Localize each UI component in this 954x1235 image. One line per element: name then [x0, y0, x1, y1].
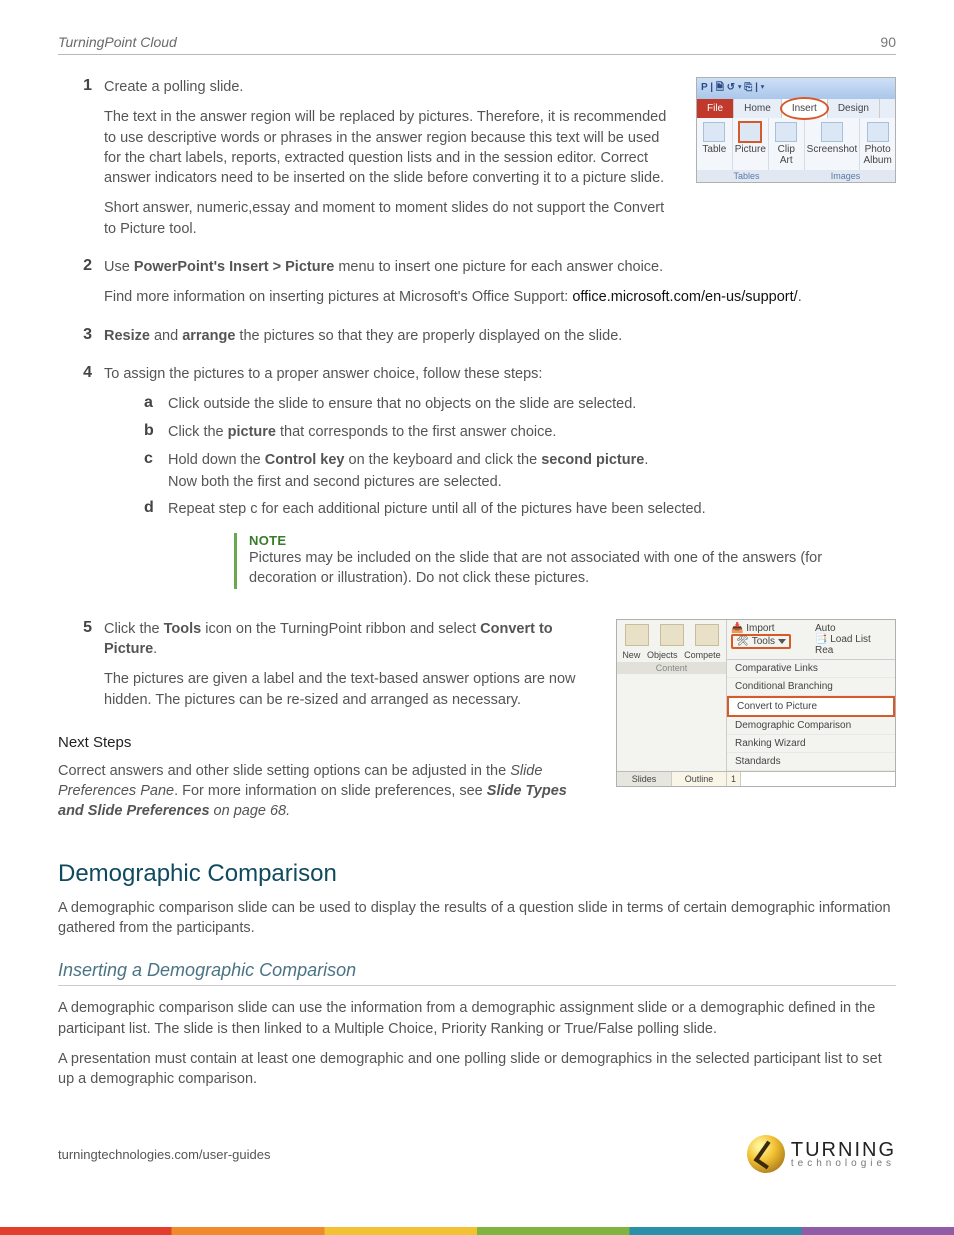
menu-demographic-comparison: Demographic Comparison: [727, 717, 895, 735]
substep-text: Click outside the slide to ensure that n…: [168, 394, 896, 416]
figure-ppt-insert-ribbon: P | 🗎 ↺ ▾ ⎘ | ▾ File Home Insert Design …: [696, 77, 896, 183]
footer-url: turningtechnologies.com/user-guides: [58, 1147, 270, 1162]
figure-tp-tools-menu: New Objects Compete Content 📥 Import 🛠 T…: [616, 619, 896, 787]
substep-letter: a: [144, 394, 168, 416]
menu-standards: Standards: [727, 753, 895, 771]
menu-convert-to-picture: Convert to Picture: [727, 696, 895, 717]
step-text: The text in the answer region will be re…: [104, 107, 678, 188]
step-number: 5: [66, 619, 104, 720]
logo-badge-icon: [747, 1135, 785, 1173]
ribbon-btn-picture: Picture: [733, 118, 769, 170]
body-text: A demographic comparison slide can be us…: [58, 898, 896, 939]
brand-logo: TURNING technologies: [747, 1135, 896, 1173]
step-text: Short answer, numeric,essay and moment t…: [104, 198, 678, 239]
ribbon-group-images: Images: [796, 170, 895, 182]
support-link[interactable]: office.microsoft.com/en-us/support/: [572, 289, 797, 305]
slide-thumb-number: 1: [727, 772, 741, 786]
step-text: Use PowerPoint's Insert > Picture menu t…: [104, 257, 896, 277]
page-number: 90: [880, 34, 896, 50]
ribbon-tab-insert: Insert: [782, 99, 828, 118]
body-text: A presentation must contain at least one…: [58, 1049, 896, 1090]
body-text: A demographic comparison slide can use t…: [58, 998, 896, 1039]
tp-btn-tools: 🛠 Tools: [731, 634, 791, 649]
tp-btn-compete: Compete: [684, 650, 721, 660]
ribbon-btn-clipart: Clip Art: [769, 118, 805, 170]
ribbon-btn-table: Table: [697, 118, 733, 170]
substep-text: Repeat step c for each additional pictur…: [168, 499, 896, 521]
next-steps-text: Correct answers and other slide setting …: [58, 761, 578, 822]
ribbon-btn-screenshot: Screenshot: [805, 118, 861, 170]
footer-color-stripe: [0, 1227, 954, 1235]
menu-ranking-wizard: Ranking Wizard: [727, 735, 895, 753]
substep-letter: b: [144, 422, 168, 444]
substep-text: Hold down the Control key on the keyboar…: [168, 450, 896, 494]
tp-btn-auto: Auto: [815, 623, 891, 634]
panel-tab-slides: Slides: [617, 772, 672, 786]
heading-inserting-demographic: Inserting a Demographic Comparison: [58, 960, 896, 986]
ribbon-group-tables: Tables: [697, 170, 796, 182]
tp-btn-loadlist: 📑 Load List Rea: [815, 634, 891, 656]
step-text: To assign the pictures to a proper answe…: [104, 364, 896, 384]
substep-letter: d: [144, 499, 168, 521]
brand-name: TURNING: [791, 1141, 896, 1159]
tp-group-content: Content: [617, 662, 726, 674]
note-title: NOTE: [249, 533, 854, 548]
step-number: 2: [66, 257, 104, 318]
step-number: 3: [66, 326, 104, 356]
heading-demographic-comparison: Demographic Comparison: [58, 860, 896, 888]
panel-tab-outline: Outline: [672, 772, 727, 786]
step-text: Click the Tools icon on the TurningPoint…: [104, 619, 598, 660]
page-header: TurningPoint Cloud 90: [58, 34, 896, 55]
brand-tagline: technologies: [791, 1159, 896, 1168]
step-text: Find more information on inserting pictu…: [104, 287, 896, 307]
substep-text: Click the picture that corresponds to th…: [168, 422, 896, 444]
note-body: Pictures may be included on the slide th…: [249, 548, 854, 589]
page-footer: turningtechnologies.com/user-guides TURN…: [58, 1135, 896, 1173]
substep-letter: c: [144, 450, 168, 494]
menu-comparative-links: Comparative Links: [727, 660, 895, 678]
step-text: Resize and arrange the pictures so that …: [104, 326, 896, 346]
menu-conditional-branching: Conditional Branching: [727, 678, 895, 696]
tp-btn-new: New: [622, 650, 640, 660]
step-number: 4: [66, 364, 104, 605]
qat-bar: P | 🗎 ↺ ▾ ⎘ | ▾: [697, 78, 895, 99]
tp-btn-objects: Objects: [647, 650, 678, 660]
ribbon-tab-design: Design: [828, 99, 880, 118]
note-block: NOTE Pictures may be included on the sli…: [234, 533, 854, 589]
tp-btn-import: 📥 Import: [731, 623, 807, 634]
ribbon-tab-file: File: [697, 99, 734, 118]
doc-title: TurningPoint Cloud: [58, 34, 177, 50]
step-number: 1: [66, 77, 104, 249]
ribbon-btn-photo-album: Photo Album: [860, 118, 895, 170]
ribbon-tab-home: Home: [734, 99, 782, 118]
step-text: Create a polling slide.: [104, 77, 678, 97]
step-text: The pictures are given a label and the t…: [104, 669, 598, 710]
